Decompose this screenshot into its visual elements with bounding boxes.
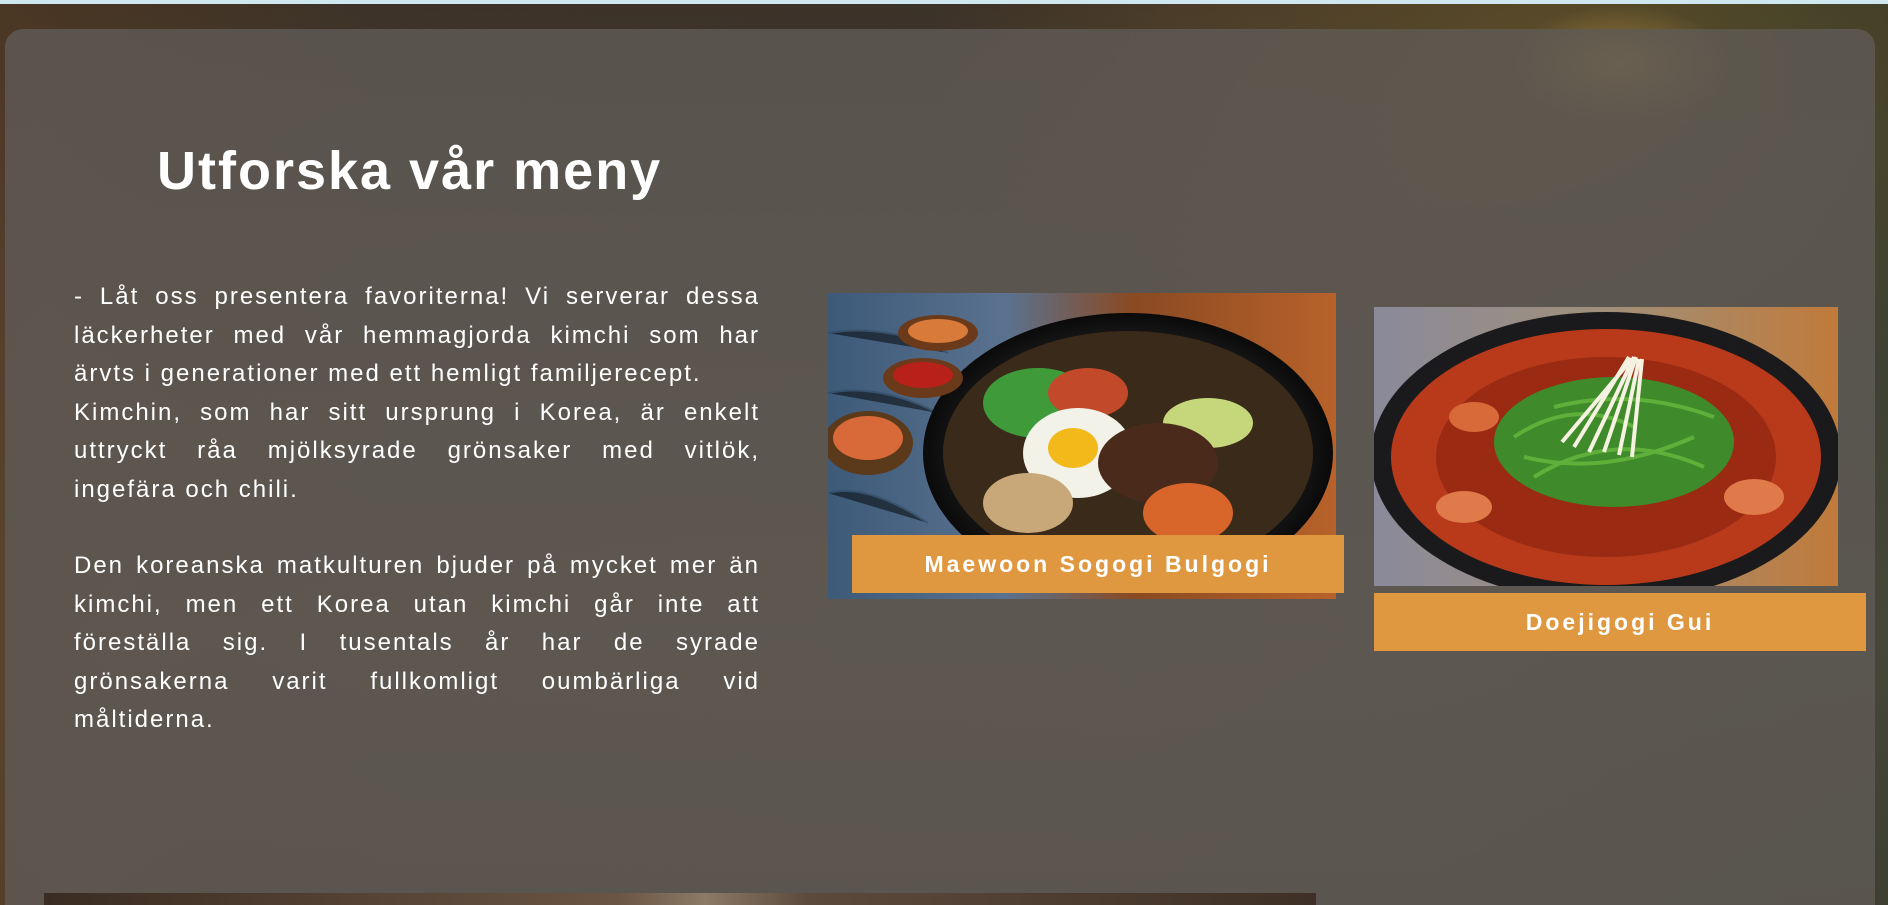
intro-paragraph-1: - Låt oss presentera favoriterna! Vi ser… (74, 283, 760, 387)
dish-button-bulgogi[interactable]: Maewoon Sogogi Bulgogi (852, 535, 1344, 593)
intro-paragraph-3: Den koreanska matkulturen bjuder på myck… (74, 552, 760, 733)
intro-paragraph-2: Kimchin, som har sitt ursprung i Korea, … (74, 398, 760, 503)
page-title: Utforska vår meny (157, 141, 663, 201)
next-section-image-edge (44, 893, 1316, 905)
dish-button-stew[interactable]: Doejigogi Gui (1374, 593, 1866, 651)
stew-image[interactable] (1374, 307, 1838, 586)
intro-text: - Låt oss presentera favoriterna! Vi ser… (74, 278, 760, 740)
